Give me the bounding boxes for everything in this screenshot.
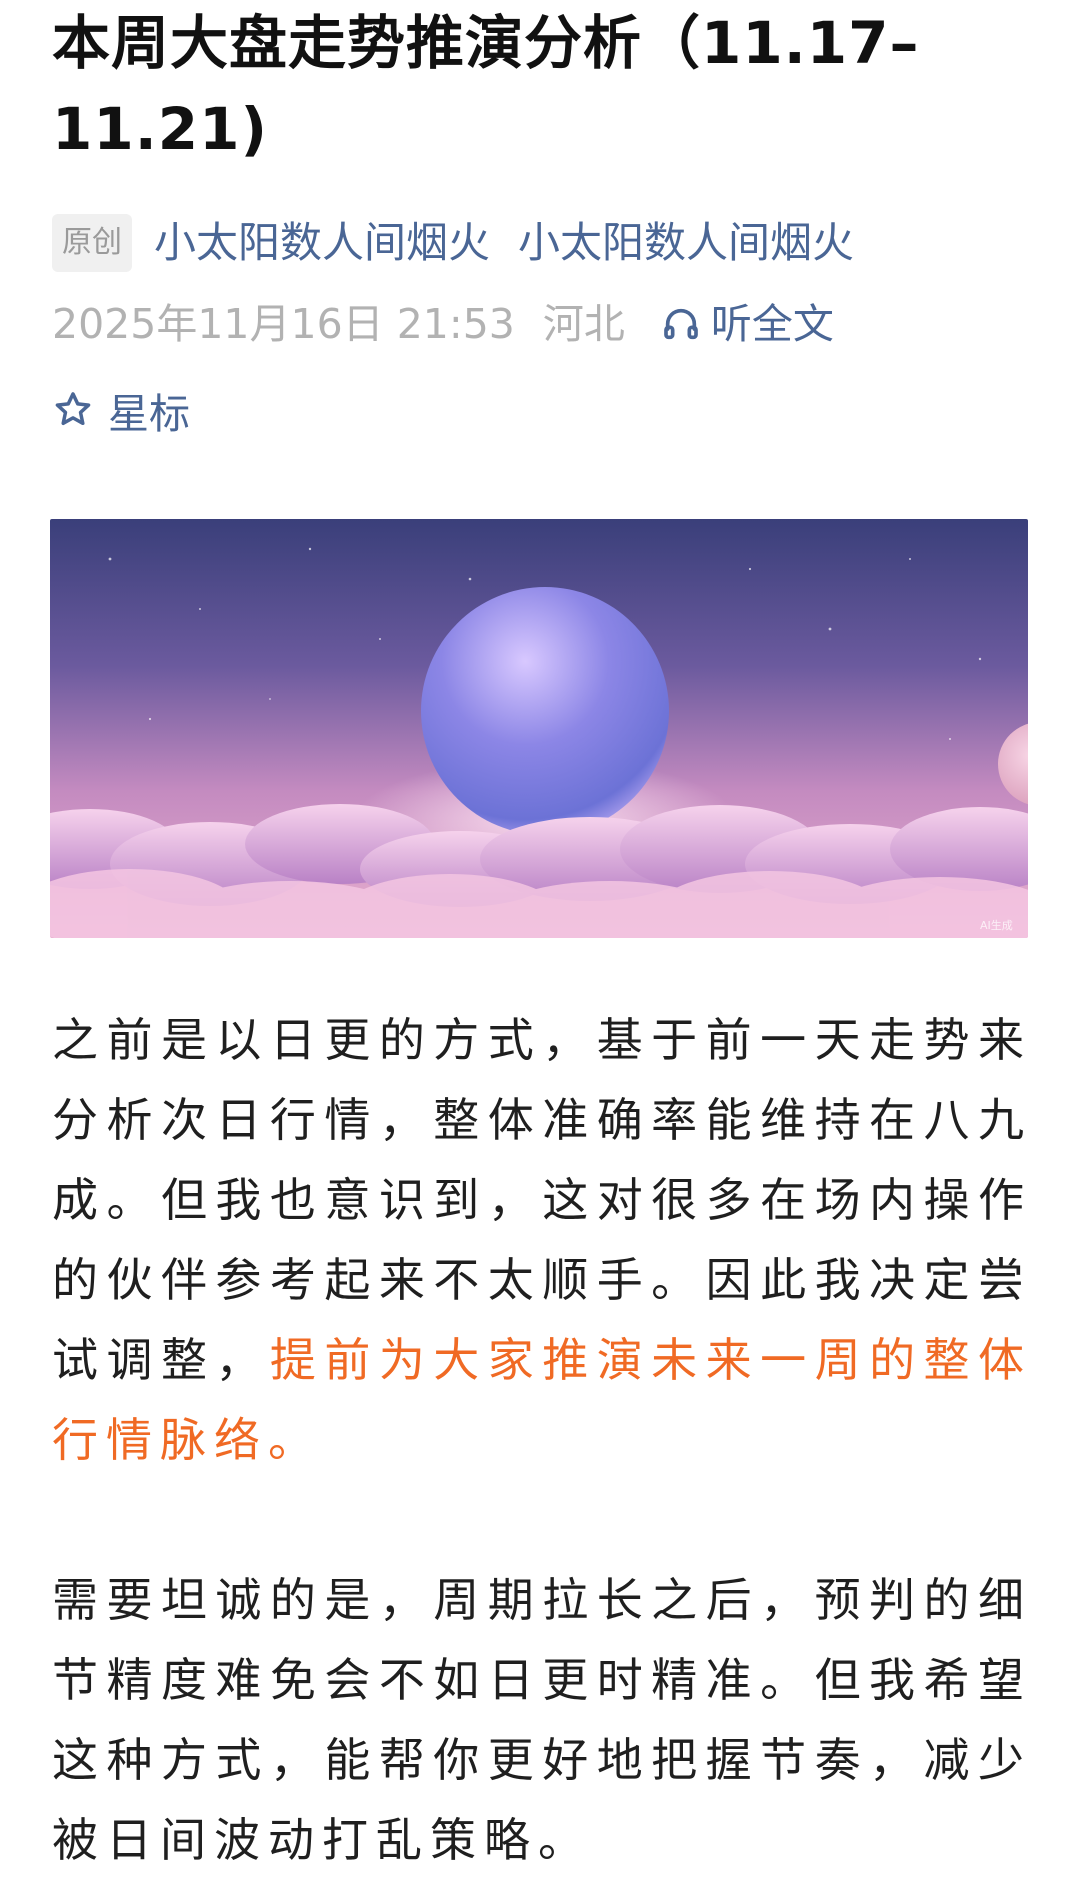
original-badge: 原创: [52, 214, 132, 272]
article-title: 本周大盘走势推演分析（11.17–11.21): [52, 9, 920, 163]
publish-time: 2025年11月16日 21:53: [52, 300, 515, 348]
hero-image: AI生成: [50, 519, 1028, 938]
star-button[interactable]: 星标: [52, 380, 190, 440]
publish-location: 河北: [542, 300, 625, 348]
headphones-icon: [661, 304, 711, 344]
listen-full-text-button[interactable]: 听全文: [661, 294, 834, 354]
article-body: 之前是以日更的方式，基于前一天走势来分析次日行情，整体准确率能维持在八九成。但我…: [52, 1000, 1032, 1880]
listen-label: 听全文: [710, 300, 834, 348]
hero-watermark: AI生成: [980, 918, 1013, 932]
star-label: 星标: [108, 390, 190, 438]
author-name-link[interactable]: 小太阳数人间烟火: [154, 214, 490, 272]
paragraph-2: 需要坦诚的是，周期拉长之后，预判的细节精度难免会不如日更时精准。但我希望这种方式…: [52, 1573, 1032, 1867]
publish-info-row: 2025年11月16日 21:53 河北 听全文: [52, 294, 834, 354]
star-icon: [52, 389, 108, 431]
paragraph-1-text: 之前是以日更的方式，基于前一天走势来分析次日行情，整体准确率能维持在八九成。但我…: [52, 1013, 1032, 1387]
article-page: 本周大盘走势推演分析（11.17–11.21) 原创 小太阳数人间烟火 小太阳数…: [0, 0, 1080, 1871]
paragraph-1: 之前是以日更的方式，基于前一天走势来分析次日行情，整体准确率能维持在八九成。但我…: [52, 1000, 1032, 1480]
author-row: 原创 小太阳数人间烟火 小太阳数人间烟火: [52, 214, 882, 272]
account-name-link[interactable]: 小太阳数人间烟火: [518, 214, 854, 272]
